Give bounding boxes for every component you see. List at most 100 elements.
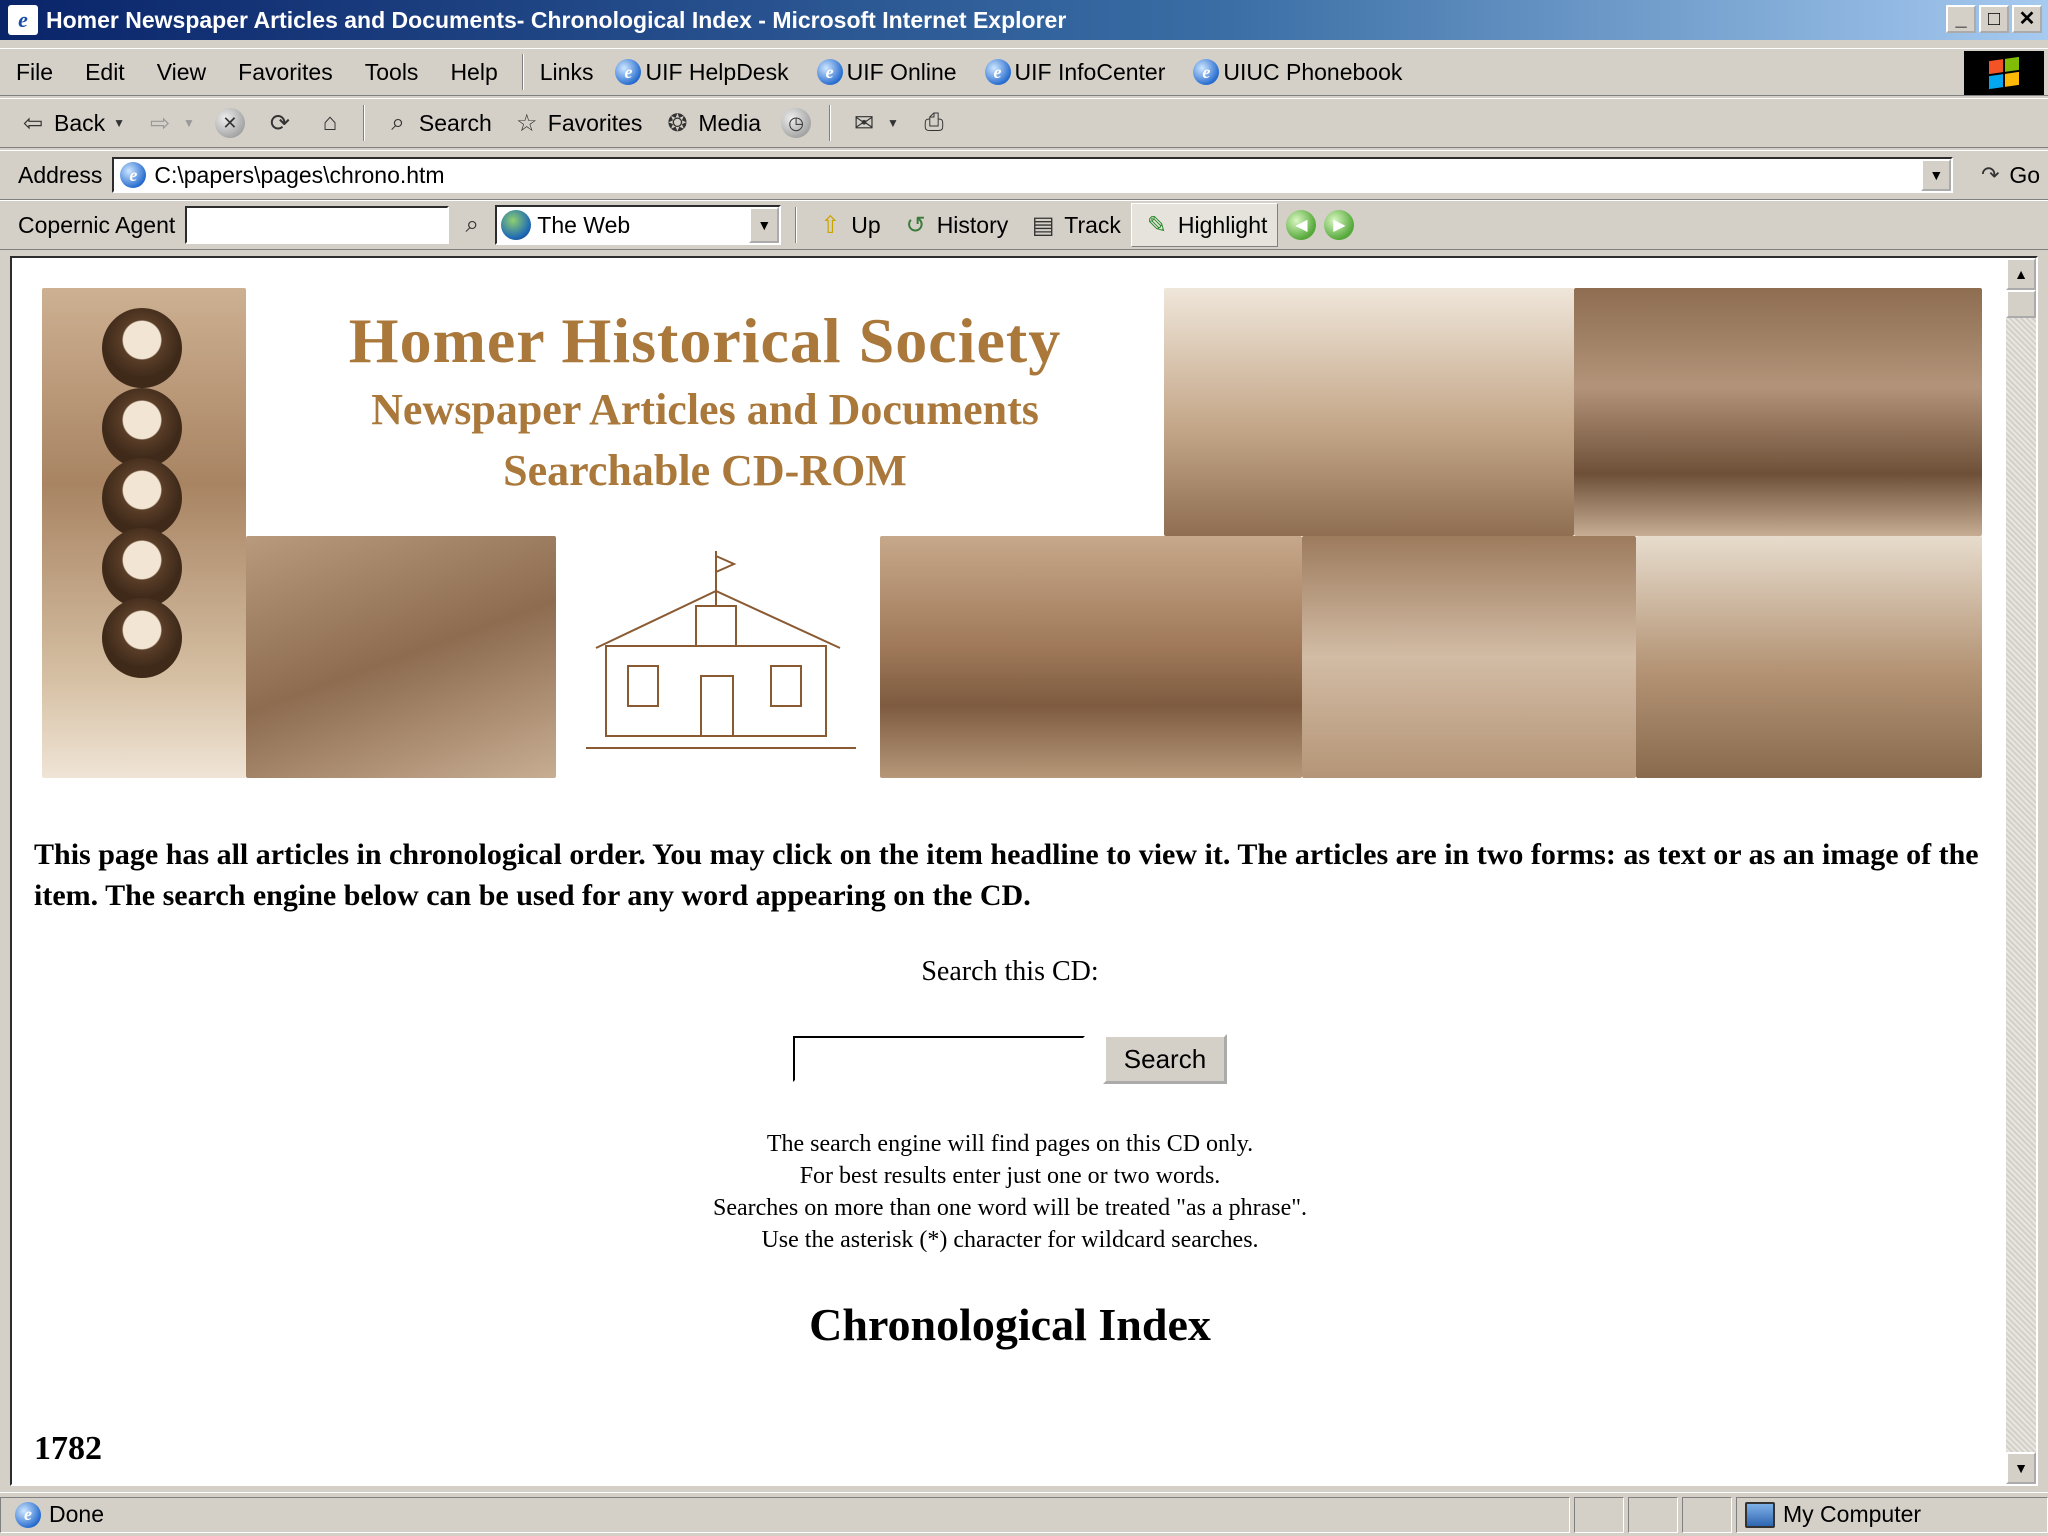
ie-page-icon: e [15,1501,41,1528]
stop-button[interactable]: ✕ [205,101,255,145]
link-uif-online[interactable]: e UIF Online [803,59,971,86]
menu-tools[interactable]: Tools [349,59,435,86]
ie-page-icon: e [615,59,642,85]
banner-subtitle: Newspaper Articles and Documents [371,385,1039,434]
wagon-photo [1636,536,1982,778]
ie-page-icon: e [1193,59,1220,85]
link-uif-helpdesk[interactable]: e UIF HelpDesk [601,59,802,86]
track-label: Track [1064,211,1121,238]
chevron-down-icon[interactable]: ▼ [749,207,780,243]
history-toolbar-button[interactable]: ◷ [771,101,821,145]
chronological-index-heading: Chronological Index [809,1299,1211,1350]
search-button[interactable]: ⌕ Search [373,101,502,145]
steam-engine-photo [1164,288,1574,536]
print-button[interactable]: ⎙ [909,101,959,145]
separator [362,105,365,141]
history-label: History [936,211,1009,238]
track-icon: ▤ [1031,211,1055,239]
link-label: UIF Online [846,58,957,85]
magnifier-icon[interactable]: ⌕ [457,210,487,240]
copernic-search-input[interactable] [185,206,450,244]
up-arrow-icon: ⇧ [820,211,841,239]
cd-search-button[interactable]: Search [1102,1034,1228,1084]
ie-page-icon: e [120,162,147,188]
address-label: Address [18,161,103,188]
highlight-button[interactable]: ✎ Highlight [1130,203,1279,247]
next-highlight-icon[interactable]: ▶ [1324,210,1355,240]
media-icon: ❂ [667,109,688,137]
link-uif-infocenter[interactable]: e UIF InfoCenter [971,59,1180,86]
menu-bar: File Edit View Favorites Tools Help Link… [0,48,2048,96]
address-bar: Address e C:\papers\pages\chrono.htm ▼ ↷… [0,150,2048,200]
link-label: UIF InfoCenter [1014,58,1166,85]
vertical-scrollbar[interactable]: ▲ ▼ [2006,258,2036,1484]
menu-edit[interactable]: Edit [69,59,141,86]
menu-file[interactable]: File [0,59,69,86]
copernic-scope-select[interactable]: The Web ▼ [495,205,782,245]
chevron-down-icon[interactable]: ▼ [183,116,195,130]
window-controls: _ □ ✕ [1946,5,2042,33]
menu-favorites[interactable]: Favorites [222,59,349,86]
separator [795,207,798,243]
house-sketch [556,536,880,778]
stop-icon: ✕ [214,108,245,138]
women-photo [42,288,246,778]
hint-line: Searches on more than one word will be t… [712,1195,1308,1221]
ie-logo-icon: e [8,5,38,35]
refresh-button[interactable]: ⟳ [255,101,305,145]
forward-arrow-icon: ⇨ [149,109,171,137]
minimize-button[interactable]: _ [1946,5,1976,33]
favorites-button[interactable]: ☆ Favorites [502,101,653,145]
mail-button[interactable]: ✉ ▼ [839,101,909,145]
ie-page-icon: e [984,59,1011,85]
close-button[interactable]: ✕ [2012,5,2042,33]
media-label: Media [698,109,762,136]
copernic-label: Copernic Agent [18,211,176,238]
status-panel [1574,1496,1624,1533]
forward-button[interactable]: ⇨ ▼ [135,101,205,145]
chevron-down-icon[interactable]: ▼ [1921,159,1952,191]
cd-search-input[interactable] [792,1036,1085,1082]
chevron-down-icon[interactable]: ▼ [887,116,899,130]
scroll-up-icon[interactable]: ▲ [2006,258,2036,290]
up-button[interactable]: ⇧ Up [805,203,890,247]
go-arrow-icon: ↷ [1981,162,2000,187]
children-photo [1302,536,1636,778]
track-button[interactable]: ▤ Track [1018,203,1131,247]
scroll-thumb[interactable] [2006,290,2036,318]
year-heading: 1782 [34,1430,102,1467]
separator [829,105,832,141]
status-text-panel: e Done [0,1496,1570,1533]
status-text: Done [49,1501,104,1527]
media-button[interactable]: ❂ Media [652,101,771,145]
search-label: Search [418,109,492,136]
mail-icon: ✉ [853,109,875,137]
history-button[interactable]: ↺ History [891,203,1019,247]
history-icon: ↺ [905,211,926,239]
home-button[interactable]: ⌂ [305,101,355,145]
back-arrow-icon: ⇦ [22,109,44,137]
web-page: Homer Historical Society Newspaper Artic… [12,258,2008,1484]
scroll-down-icon[interactable]: ▼ [2006,1452,2036,1484]
previous-highlight-icon[interactable]: ◀ [1286,210,1317,240]
back-button[interactable]: ⇦ Back ▼ [0,101,135,145]
society-name: Homer Historical Society [348,305,1062,376]
intro-paragraph: This page has all articles in chronologi… [34,838,1979,912]
home-icon: ⌂ [322,109,338,136]
search-form: Search [12,1034,2008,1084]
highlight-label: Highlight [1177,211,1268,238]
chevron-down-icon[interactable]: ▼ [113,116,125,130]
go-button[interactable]: ↷ Go [1953,160,2048,190]
link-label: UIUC Phonebook [1223,58,1403,85]
menu-help[interactable]: Help [434,59,513,86]
ie-page-icon: e [816,59,843,85]
status-bar: e Done My Computer [0,1492,2048,1536]
favorites-star-icon: ☆ [516,109,538,137]
zone-label: My Computer [1783,1501,1922,1527]
menu-view[interactable]: View [141,59,222,86]
link-uiuc-phonebook[interactable]: e UIUC Phonebook [1179,59,1416,86]
copernic-scope-value: The Web [537,211,631,238]
address-input[interactable]: e C:\papers\pages\chrono.htm ▼ [112,157,1954,193]
maximize-button[interactable]: □ [1979,5,2009,33]
favorites-label: Favorites [547,109,643,136]
